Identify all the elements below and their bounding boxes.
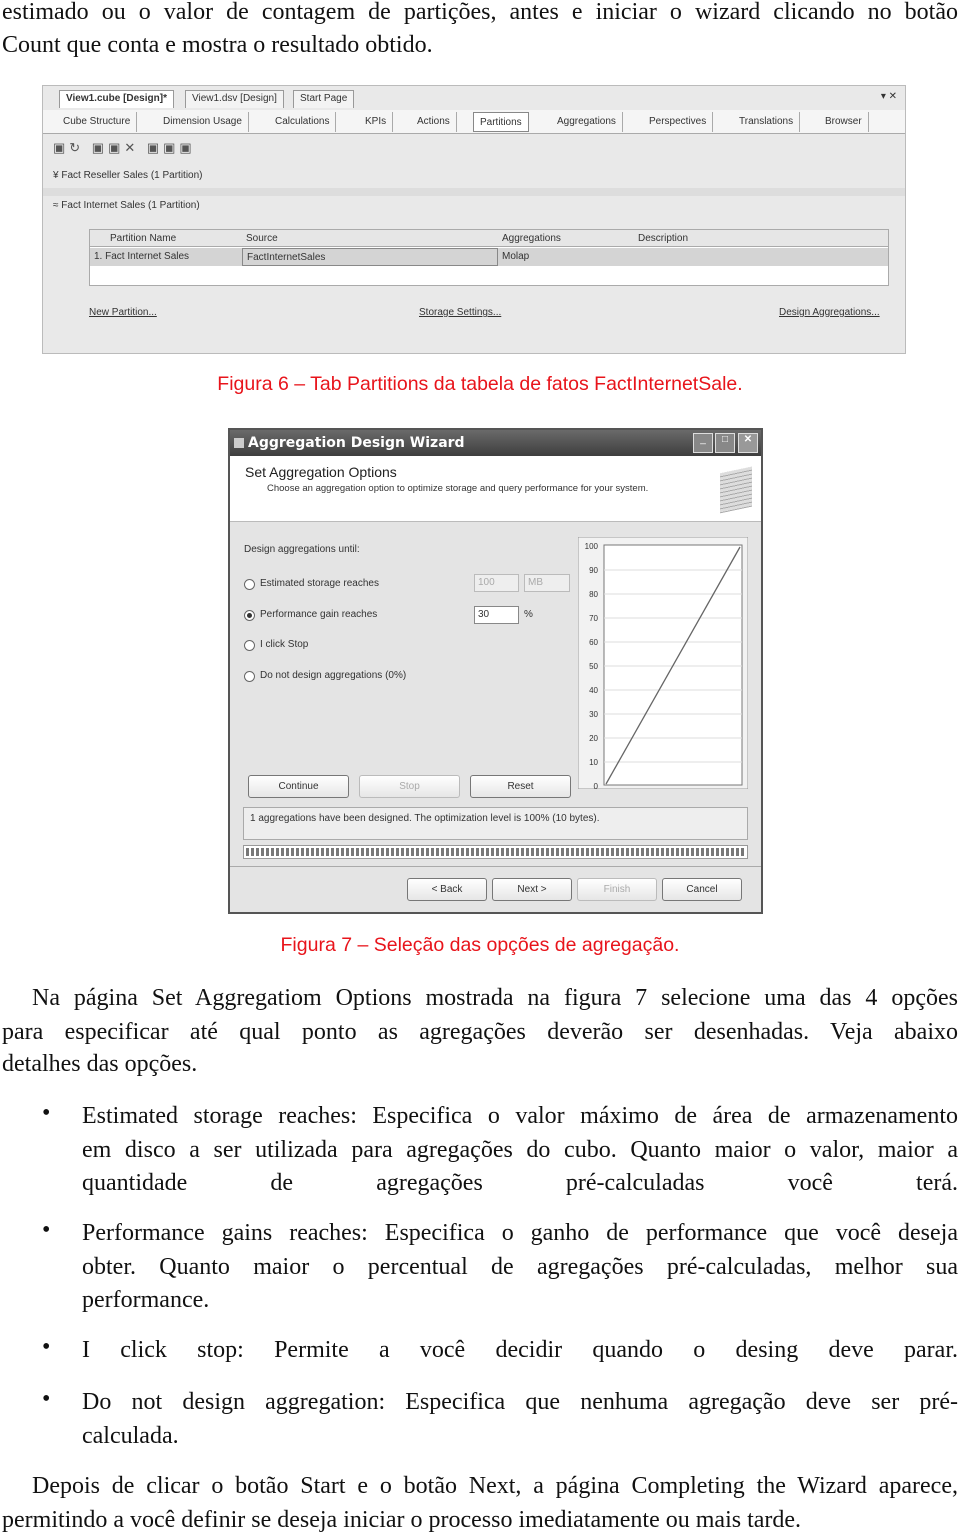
subtab-actions[interactable]: Actions (411, 112, 457, 132)
subtab-translations[interactable]: Translations (733, 112, 801, 132)
intro-line: Count que conta e mostra o resultado obt… (2, 32, 433, 58)
intro-line: estimado ou o valor de contagem de parti… (2, 0, 958, 25)
bullet-icon: • (42, 1334, 51, 1360)
table-icon (720, 466, 752, 514)
group-fact-reseller-sales[interactable]: ¥ Fact Reseller Sales (1 Partition) (53, 170, 203, 181)
option-label: I click Stop (260, 639, 309, 650)
paragraph-line: Na página Set Aggregatiom Options mostra… (32, 985, 958, 1011)
option-label: Estimated storage reaches (260, 578, 379, 589)
partitions-table: Partition Name Source Aggregations Descr… (89, 229, 889, 286)
storage-value-spinner[interactable]: 100 (474, 574, 519, 592)
bullet-icon: • (42, 1100, 51, 1126)
percent-unit: % (524, 609, 533, 620)
group-label: Fact Internet Sales (1 Partition) (61, 200, 200, 211)
y-tick-label: 90 (589, 566, 598, 575)
figure-7-caption: Figura 7 – Seleção das opções de agregaç… (280, 934, 680, 956)
performance-value-spinner[interactable]: 30 (474, 606, 519, 624)
cancel-button[interactable]: Cancel (662, 878, 742, 901)
cell: 1. Fact Internet Sales (94, 251, 190, 262)
bullet-line: performance. (82, 1287, 210, 1313)
column-header[interactable]: Source (246, 233, 278, 244)
close-button[interactable]: ✕ (738, 433, 758, 453)
bullet-icon: • (42, 1386, 51, 1412)
bullet-line: em disco a ser utilizada para agregações… (82, 1137, 958, 1163)
design-aggregations-link[interactable]: Design Aggregations... (779, 307, 880, 318)
cell: FactInternetSales (242, 248, 498, 266)
paragraph-line: Depois de clicar o botão Start e o botão… (32, 1473, 958, 1499)
toolbar-icons[interactable]: ▣↻ ▣▣✕ ▣▣▣ (53, 140, 196, 156)
radio-do-not-design[interactable] (244, 671, 255, 682)
back-button[interactable]: < Back (407, 878, 487, 901)
app-icon (234, 438, 244, 448)
y-tick-label: 50 (589, 662, 598, 671)
tab-dsv-design[interactable]: View1.dsv [Design] (185, 90, 284, 108)
wizard-title: Aggregation Design Wizard (230, 430, 761, 456)
page-description: Choose an aggregation option to optimize… (267, 483, 649, 494)
stop-button[interactable]: Stop (359, 775, 460, 798)
tab-cube-design[interactable]: View1.cube [Design]* (59, 90, 174, 108)
status-text: 1 aggregations have been designed. The o… (243, 807, 748, 840)
group-fact-internet-sales[interactable]: ≈ Fact Internet Sales (1 Partition) (53, 200, 200, 211)
storage-unit-select[interactable]: MB (524, 574, 570, 592)
paragraph-line: detalhes das opções. (2, 1051, 198, 1077)
close-icon[interactable]: ▾ ✕ (881, 91, 897, 102)
y-tick-label: 80 (589, 590, 598, 599)
reset-button[interactable]: Reset (470, 775, 571, 798)
storage-settings-link[interactable]: Storage Settings... (419, 307, 501, 318)
figure-7-aggregation-wizard: Aggregation Design Wizard _ □ ✕ Set Aggr… (228, 428, 763, 914)
radio-i-click-stop[interactable] (244, 640, 255, 651)
option-label: Performance gain reaches (260, 609, 378, 620)
maximize-button[interactable]: □ (715, 433, 735, 453)
subtab-cube-structure[interactable]: Cube Structure (57, 112, 138, 132)
figure-6-caption: Figura 6 – Tab Partitions da tabela de f… (217, 373, 743, 395)
paragraph-line: permitindo a você definir se deseja inic… (2, 1507, 802, 1533)
subtab-partitions[interactable]: Partitions (473, 112, 529, 132)
new-partition-link[interactable]: New Partition... (89, 307, 157, 318)
y-tick-label: 100 (585, 542, 599, 551)
bullet-line: quantidade de agregações pré-calculadas … (82, 1170, 958, 1196)
y-tick-label: 40 (589, 686, 598, 695)
group-label: Fact Reseller Sales (1 Partition) (61, 170, 203, 181)
subtab-browser[interactable]: Browser (819, 112, 869, 132)
bullet-line: I click stop: Permite a você decidir qua… (82, 1337, 958, 1363)
y-tick-label: 20 (589, 734, 598, 743)
paragraph-line: para especificar até qual ponto as agreg… (2, 1019, 958, 1045)
radio-estimated-storage[interactable] (244, 579, 255, 590)
y-tick-label: 10 (589, 758, 598, 767)
radio-performance-gain[interactable] (244, 610, 255, 621)
continue-button[interactable]: Continue (248, 775, 349, 798)
y-tick-label: 70 (589, 614, 598, 623)
y-tick-label: 30 (589, 710, 598, 719)
option-label: Do not design aggregations (0%) (260, 670, 407, 681)
tab-start-page[interactable]: Start Page (293, 90, 355, 108)
aggregation-chart: 1009080706050403020100 (578, 537, 748, 789)
column-header[interactable]: Description (638, 233, 688, 244)
subtab-aggregations[interactable]: Aggregations (551, 112, 623, 132)
column-header[interactable]: Aggregations (502, 233, 561, 244)
subtab-perspectives[interactable]: Perspectives (643, 112, 714, 132)
group-label: Design aggregations until: (244, 544, 360, 555)
bullet-line: Do not design aggregation: Especifica qu… (82, 1389, 958, 1415)
column-header[interactable]: Partition Name (110, 233, 176, 244)
progress-bar (243, 845, 748, 859)
bullet-line: Performance gains reaches: Especifica o … (82, 1220, 958, 1246)
y-tick-label: 0 (594, 782, 599, 789)
next-button[interactable]: Next > (492, 878, 572, 901)
cell: Molap (502, 251, 530, 262)
subtab-kpis[interactable]: KPIs (359, 112, 394, 132)
finish-button[interactable]: Finish (577, 878, 657, 901)
table-row[interactable]: 1. Fact Internet Sales FactInternetSales… (90, 248, 888, 266)
figure-6-partitions-screenshot: View1.cube [Design]* View1.dsv [Design] … (42, 85, 906, 354)
y-tick-label: 60 (589, 638, 598, 647)
subtab-dimension-usage[interactable]: Dimension Usage (157, 112, 249, 132)
bullet-line: Estimated storage reaches: Especifica o … (82, 1103, 958, 1129)
page-heading: Set Aggregation Options (245, 464, 397, 480)
bullet-line: obter. Quanto maior o percentual de agre… (82, 1254, 958, 1280)
bullet-icon: • (42, 1217, 51, 1243)
bullet-line: calculada. (82, 1423, 179, 1449)
subtab-calculations[interactable]: Calculations (269, 112, 337, 132)
minimize-button[interactable]: _ (693, 433, 713, 453)
